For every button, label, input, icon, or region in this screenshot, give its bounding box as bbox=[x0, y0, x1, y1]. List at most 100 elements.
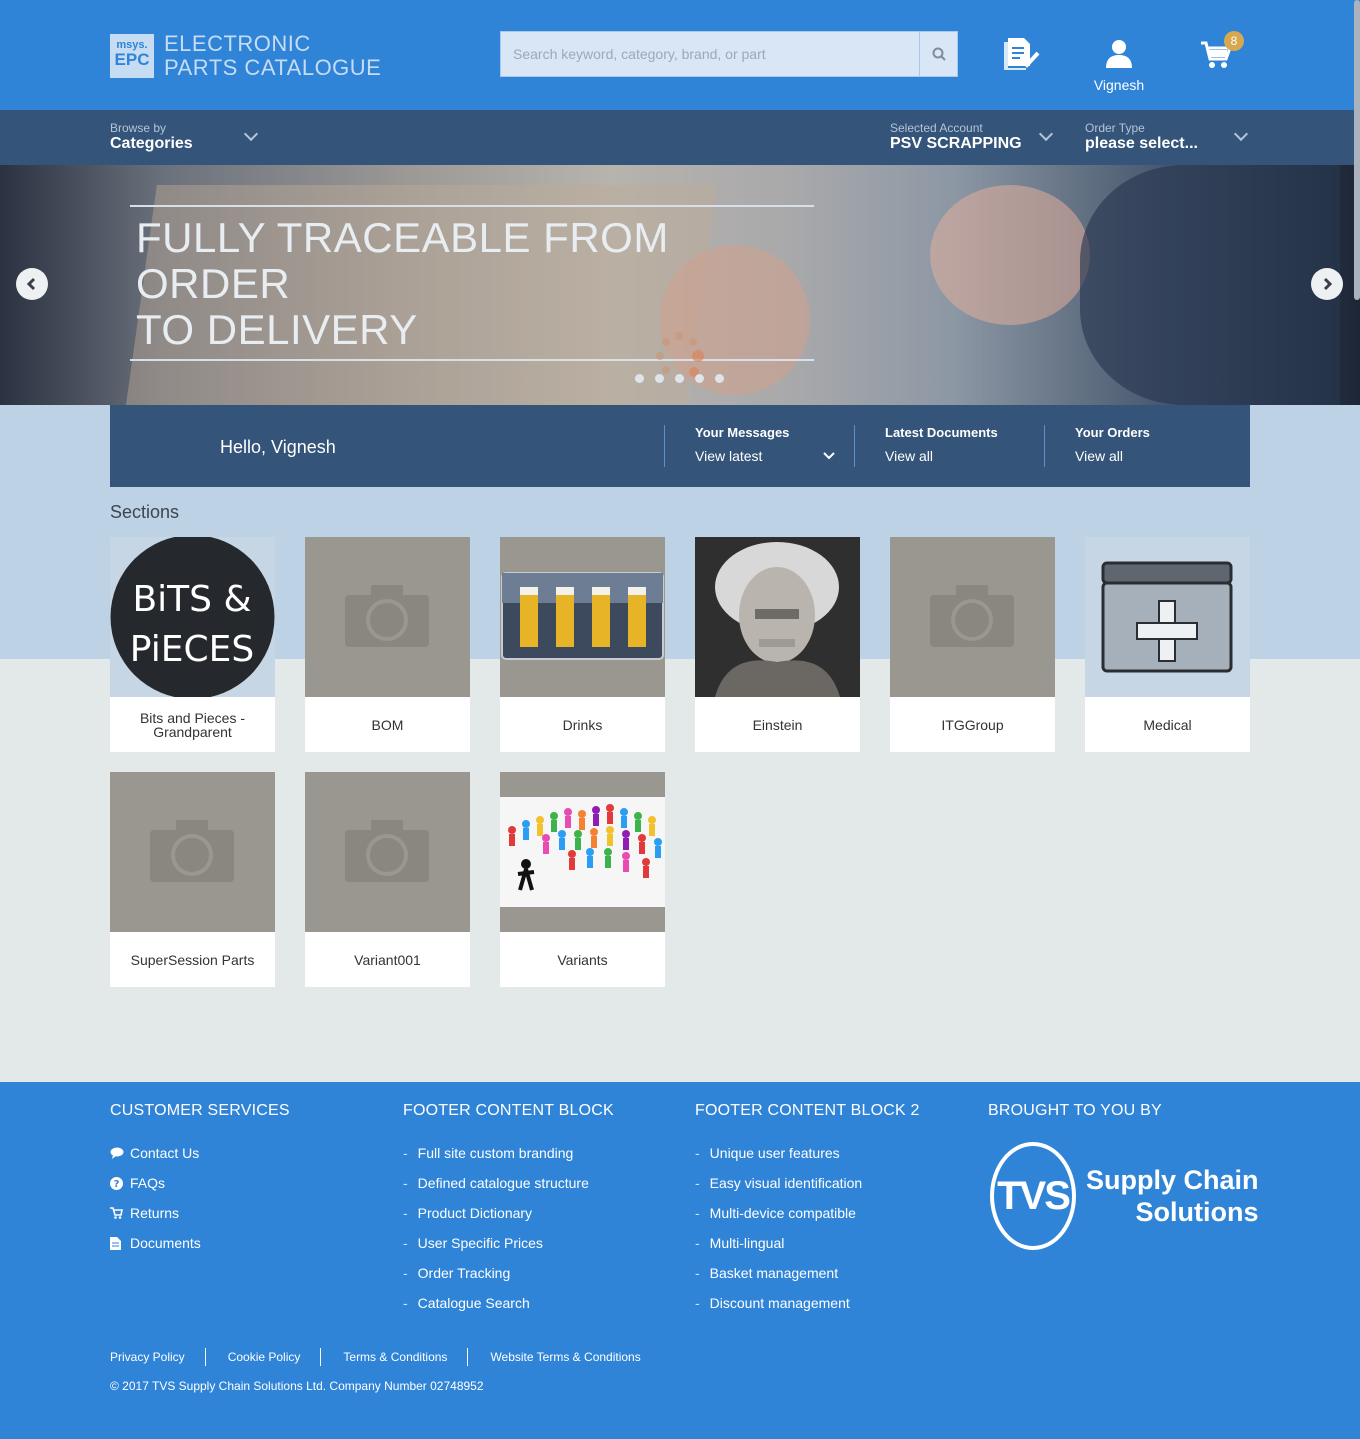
footer-link-documents[interactable]: Documents bbox=[110, 1228, 290, 1258]
footer-link[interactable]: - Catalogue Search bbox=[403, 1288, 614, 1318]
carousel-dot[interactable] bbox=[695, 374, 704, 383]
section-card[interactable]: Drinks bbox=[500, 537, 665, 752]
footer-link[interactable]: - Multi-lingual bbox=[695, 1228, 920, 1258]
carousel-dot[interactable] bbox=[655, 374, 664, 383]
footer-customer-services: CUSTOMER SERVICES Contact Us ? FAQs Retu… bbox=[110, 1102, 290, 1258]
tvs-logo-text: Supply Chain Solutions bbox=[1086, 1164, 1259, 1228]
chat-bubble-icon bbox=[110, 1147, 124, 1159]
footer-link[interactable]: - Easy visual identification bbox=[695, 1168, 920, 1198]
footer-link-contact[interactable]: Contact Us bbox=[110, 1138, 290, 1168]
bits-logo-line2: PiECES bbox=[130, 629, 254, 670]
section-label: Medical bbox=[1143, 716, 1192, 733]
footer-link[interactable]: - Defined catalogue structure bbox=[403, 1168, 614, 1198]
orders-panel[interactable]: Your Orders View all bbox=[1044, 425, 1234, 467]
document-check-icon bbox=[1004, 38, 1040, 70]
site-logo[interactable]: msys. EPC ELECTRONIC PARTS CATALOGUE bbox=[110, 32, 381, 80]
section-card[interactable]: Variants bbox=[500, 772, 665, 987]
browse-navbar: Browse by Categories Selected Account PS… bbox=[0, 110, 1360, 165]
legal-separator bbox=[467, 1348, 469, 1366]
documents-link[interactable]: View all bbox=[885, 448, 1044, 464]
footer-link[interactable]: - Unique user features bbox=[695, 1138, 920, 1168]
footer-link-label: Multi-lingual bbox=[709, 1235, 785, 1251]
carousel-dot[interactable] bbox=[635, 374, 644, 383]
footer-link-label: Catalogue Search bbox=[417, 1295, 530, 1311]
section-card[interactable]: Variant001 bbox=[305, 772, 470, 987]
footer-link-label: User Specific Prices bbox=[417, 1235, 543, 1251]
carousel-next-button[interactable] bbox=[1311, 268, 1343, 300]
carousel-prev-button[interactable] bbox=[16, 268, 48, 300]
terms-link[interactable]: Terms & Conditions bbox=[343, 1350, 447, 1364]
top-header: msys. EPC ELECTRONIC PARTS CATALOGUE Vig… bbox=[0, 0, 1360, 110]
footer-link-label: Unique user features bbox=[709, 1145, 840, 1161]
section-label: Bits and Pieces - Grandparent bbox=[139, 709, 246, 740]
section-label: BOM bbox=[371, 716, 404, 733]
site-footer: CUSTOMER SERVICES Contact Us ? FAQs Retu… bbox=[0, 1082, 1360, 1439]
browse-categories-dropdown[interactable]: Browse by Categories bbox=[110, 121, 260, 153]
carousel-dot[interactable] bbox=[675, 374, 684, 383]
search-input[interactable] bbox=[501, 32, 919, 76]
footer-link[interactable]: - Full site custom branding bbox=[403, 1138, 614, 1168]
section-label: Variant001 bbox=[354, 951, 421, 968]
welcome-bar: Hello, Vignesh Your Messages View latest… bbox=[110, 405, 1250, 487]
footer-col4-title: BROUGHT TO YOU BY bbox=[988, 1102, 1162, 1119]
footer-link-label: FAQs bbox=[130, 1175, 166, 1191]
section-card[interactable]: BiTS & PiECES Bits and Pieces - Grandpar… bbox=[110, 537, 275, 752]
footer-link[interactable]: - Order Tracking bbox=[403, 1258, 614, 1288]
section-card[interactable]: Einstein bbox=[695, 537, 860, 752]
quote-list-button[interactable] bbox=[1002, 34, 1040, 77]
footer-link-faqs[interactable]: ? FAQs bbox=[110, 1168, 290, 1198]
carousel-dot[interactable] bbox=[715, 374, 724, 383]
section-label: ITGGroup bbox=[941, 716, 1004, 733]
section-image bbox=[500, 537, 665, 697]
camera-placeholder-icon bbox=[345, 820, 429, 882]
order-type-dropdown[interactable]: Order Type please select... bbox=[1085, 121, 1250, 153]
logo-title-line1: ELECTRONIC bbox=[164, 31, 311, 56]
privacy-policy-link[interactable]: Privacy Policy bbox=[110, 1350, 185, 1364]
section-image bbox=[305, 537, 470, 697]
footer-col1-title: CUSTOMER SERVICES bbox=[110, 1102, 290, 1119]
cart-button[interactable]: 8 bbox=[1200, 31, 1244, 75]
documents-title: Latest Documents bbox=[885, 425, 998, 440]
tvs-logo-mark: TVS bbox=[990, 1142, 1076, 1250]
section-label: Einstein bbox=[752, 716, 803, 733]
footer-link[interactable]: - Multi-device compatible bbox=[695, 1198, 920, 1228]
account-dropdown[interactable]: Selected Account PSV SCRAPPING bbox=[890, 121, 1055, 153]
documents-panel[interactable]: Latest Documents View all bbox=[854, 425, 1044, 467]
section-card[interactable]: ITGGroup bbox=[890, 537, 1055, 752]
order-type-label: Order Type bbox=[1085, 121, 1145, 135]
legal-separator bbox=[320, 1348, 322, 1366]
cookie-policy-link[interactable]: Cookie Policy bbox=[228, 1350, 301, 1364]
colorful-figures-icon bbox=[500, 797, 665, 907]
beer-glasses-icon bbox=[501, 572, 664, 660]
section-card[interactable]: Medical bbox=[1085, 537, 1250, 752]
footer-link[interactable]: - User Specific Prices bbox=[403, 1228, 614, 1258]
search-button[interactable] bbox=[919, 32, 957, 76]
footer-link-returns[interactable]: Returns bbox=[110, 1198, 290, 1228]
tvs-logo[interactable]: TVS Supply Chain Solutions bbox=[990, 1142, 1259, 1250]
footer-link[interactable]: - Discount management bbox=[695, 1288, 920, 1318]
website-terms-link[interactable]: Website Terms & Conditions bbox=[490, 1350, 640, 1364]
hero-carousel: FULLY TRACEABLE FROM ORDER TO DELIVERY bbox=[0, 165, 1360, 405]
footer-content-block: FOOTER CONTENT BLOCK - Full site custom b… bbox=[403, 1102, 614, 1318]
section-card[interactable]: BOM bbox=[305, 537, 470, 752]
browse-value: Categories bbox=[110, 135, 193, 152]
footer-link-label: Documents bbox=[130, 1235, 201, 1251]
footer-col2-title: FOOTER CONTENT BLOCK bbox=[403, 1102, 614, 1119]
account-button[interactable]: Vignesh bbox=[1086, 38, 1152, 93]
messages-panel[interactable]: Your Messages View latest bbox=[664, 425, 854, 467]
cart-count-badge: 8 bbox=[1224, 31, 1244, 51]
order-type-value: please select... bbox=[1085, 135, 1198, 152]
section-card[interactable]: SuperSession Parts bbox=[110, 772, 275, 987]
page-scrollbar[interactable] bbox=[1354, 0, 1360, 300]
footer-link-label: Basket management bbox=[709, 1265, 839, 1281]
footer-link[interactable]: - Basket management bbox=[695, 1258, 920, 1288]
chevron-down-icon bbox=[823, 452, 835, 460]
footer-link[interactable]: - Product Dictionary bbox=[403, 1198, 614, 1228]
orders-link[interactable]: View all bbox=[1075, 448, 1234, 464]
account-value: PSV SCRAPPING bbox=[890, 135, 1022, 152]
account-label: Selected Account bbox=[890, 121, 983, 135]
search-bar bbox=[500, 31, 958, 77]
question-circle-icon: ? bbox=[110, 1176, 124, 1190]
footer-link-label: Contact Us bbox=[130, 1145, 200, 1161]
footer-content-block-2: FOOTER CONTENT BLOCK 2 - Unique user feat… bbox=[695, 1102, 920, 1318]
